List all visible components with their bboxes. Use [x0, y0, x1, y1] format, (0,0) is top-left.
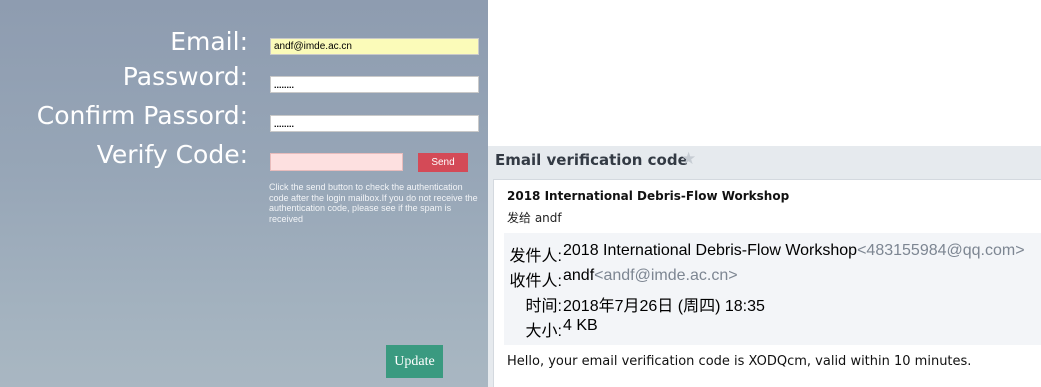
verify-help-text: Click the send button to check the authe…: [269, 182, 478, 224]
meta-time-label: 时间:: [525, 298, 562, 315]
confirm-password-label: Confirm Passord:: [36, 101, 248, 130]
meta-to-label: 收件人:: [509, 273, 562, 290]
meta-from-address[interactable]: <483155984@qq.com>: [857, 242, 1024, 259]
email-field[interactable]: [270, 38, 479, 55]
sender-name: 2018 International Debris-Flow Workshop: [507, 189, 790, 203]
update-button[interactable]: Update: [386, 345, 443, 378]
meta-from-value: 2018 International Debris-Flow Workshop<…: [563, 242, 1025, 260]
email-card: 2018 International Debris-Flow Workshop …: [493, 179, 1041, 387]
meta-to-value: andf<andf@imde.ac.cn>: [563, 267, 738, 285]
meta-to-name: andf: [563, 267, 595, 284]
confirm-password-field[interactable]: [270, 115, 479, 132]
email-meta-box: 发件人: 2018 International Debris-Flow Work…: [504, 233, 1041, 345]
send-code-button[interactable]: Send: [418, 153, 468, 172]
meta-from-label: 发件人:: [509, 248, 562, 265]
email-subject: Email verification code: [495, 151, 688, 169]
email-label: Email:: [170, 27, 248, 56]
star-icon[interactable]: ★: [681, 150, 696, 167]
verify-code-field[interactable]: [270, 153, 403, 171]
meta-to-address[interactable]: <andf@imde.ac.cn>: [594, 267, 737, 284]
meta-size-value: 4 KB: [563, 317, 598, 334]
email-body-text: Hello, your email verification code is X…: [507, 354, 972, 369]
meta-from-name: 2018 International Debris-Flow Workshop: [563, 242, 858, 259]
account-form-panel: Email: Password: Confirm Passord: Verify…: [0, 0, 488, 387]
meta-time-value: 2018年7月26日 (周四) 18:35: [563, 298, 765, 315]
meta-size-label: 大小:: [525, 323, 562, 340]
sent-to-line: 发给 andf: [507, 211, 562, 225]
password-label: Password:: [122, 62, 248, 91]
password-field[interactable]: [270, 76, 479, 93]
email-preview-panel: Email verification code ★ 2018 Internati…: [488, 146, 1041, 387]
email-subject-bar: Email verification code ★: [488, 146, 1041, 174]
verify-code-label: Verify Code:: [96, 140, 248, 169]
